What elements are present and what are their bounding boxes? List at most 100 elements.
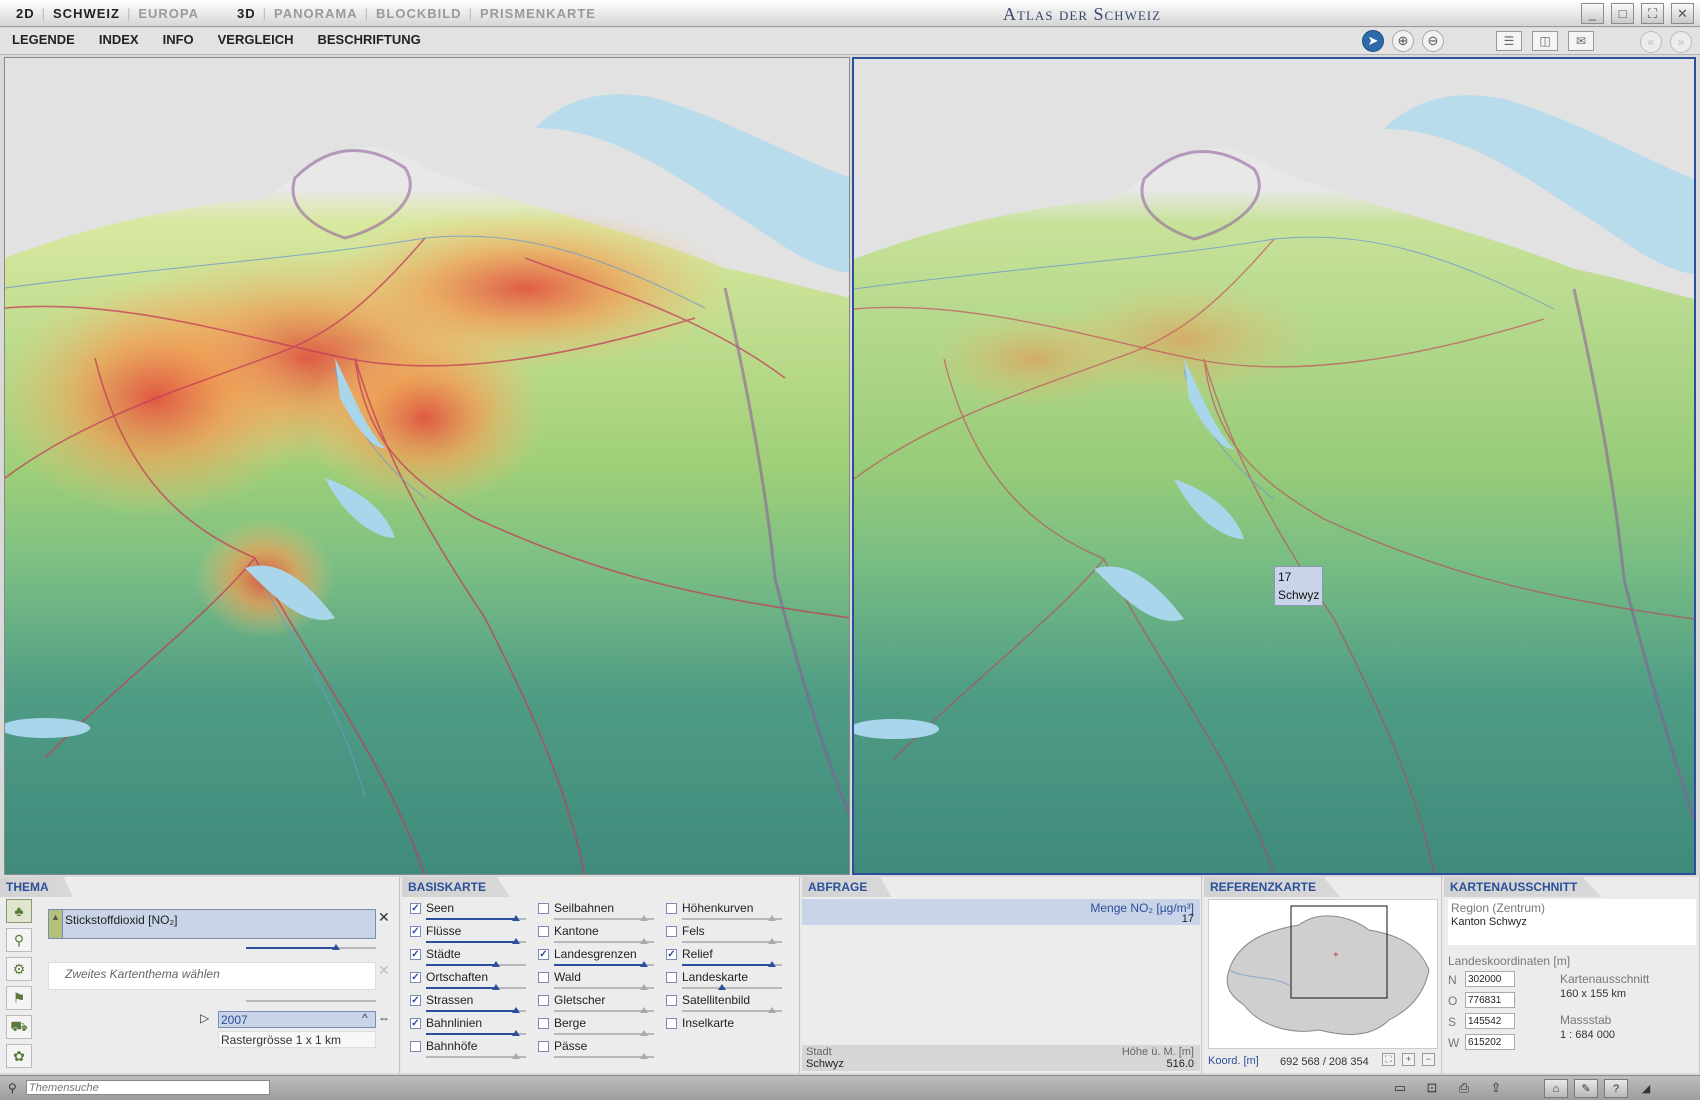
checkbox[interactable] xyxy=(538,926,549,937)
layer-gletscher[interactable]: Gletscher xyxy=(536,991,660,1014)
second-theme-field[interactable]: Zweites Kartenthema wählen xyxy=(48,962,376,990)
nature-icon[interactable]: ♣ xyxy=(6,899,32,923)
open-folder-icon[interactable]: ▭ xyxy=(1390,1079,1410,1097)
forward-icon[interactable]: » xyxy=(1670,31,1692,53)
layer-staedte[interactable]: ✓ Städte xyxy=(408,945,532,968)
layer-slider[interactable] xyxy=(554,1053,654,1059)
checkbox[interactable] xyxy=(538,1018,549,1029)
home-icon[interactable]: ⌂ xyxy=(1544,1079,1568,1098)
slider-knob[interactable] xyxy=(640,1053,648,1059)
slider-knob[interactable] xyxy=(512,1030,520,1036)
layer-landeskarte[interactable]: Landeskarte xyxy=(664,968,788,991)
layer-seilbahnen[interactable]: Seilbahnen xyxy=(536,899,660,922)
mode-prismenkarte[interactable]: PRISMENKARTE xyxy=(474,6,602,21)
layer-paesse[interactable]: Pässe xyxy=(536,1037,660,1060)
layer-relief[interactable]: ✓ Relief xyxy=(664,945,788,968)
ref-zoom-in-icon[interactable]: + xyxy=(1402,1053,1415,1066)
print-icon[interactable]: ⎙ xyxy=(1454,1079,1474,1097)
layer-slider[interactable] xyxy=(426,1053,526,1059)
layer-slider[interactable] xyxy=(682,984,782,990)
transport-icon[interactable]: ⛟ xyxy=(6,1015,32,1039)
layer-landesgrenzen[interactable]: ✓ Landesgrenzen xyxy=(536,945,660,968)
bookmark-icon[interactable]: ⊡ xyxy=(1422,1079,1442,1097)
slider-knob[interactable] xyxy=(512,1007,520,1013)
checkbox[interactable] xyxy=(666,972,677,983)
layer-slider[interactable] xyxy=(426,938,526,944)
layer-slider[interactable] xyxy=(554,915,654,921)
layer-slider[interactable] xyxy=(682,961,782,967)
second-theme-slider[interactable] xyxy=(246,1000,376,1002)
slider-knob[interactable] xyxy=(640,961,648,967)
layer-slider[interactable] xyxy=(554,1030,654,1036)
layer-fels[interactable]: Fels xyxy=(664,922,788,945)
menu-beschriftung[interactable]: BESCHRIFTUNG xyxy=(317,32,420,47)
checkbox[interactable]: ✓ xyxy=(410,903,421,914)
layer-bahnhoefe[interactable]: Bahnhöfe xyxy=(408,1037,532,1060)
mode-3d[interactable]: 3D xyxy=(231,6,262,21)
checkbox[interactable] xyxy=(666,1018,677,1029)
checkbox[interactable]: ✓ xyxy=(666,949,677,960)
checkbox[interactable]: ✓ xyxy=(410,926,421,937)
fit-extent-icon[interactable]: ⛶ xyxy=(1382,1053,1395,1066)
layer-slider[interactable] xyxy=(554,938,654,944)
checkbox[interactable] xyxy=(410,1041,421,1052)
checkbox[interactable] xyxy=(538,972,549,983)
coord-o-field[interactable]: 776831 xyxy=(1465,992,1515,1008)
play-icon[interactable]: ▷ xyxy=(200,1011,209,1025)
layer-berge[interactable]: Berge xyxy=(536,1014,660,1037)
year-compare-icon[interactable]: ⇔ xyxy=(378,1011,390,1025)
menu-info[interactable]: INFO xyxy=(163,32,194,47)
menu-legende[interactable]: LEGENDE xyxy=(12,32,75,47)
checkbox[interactable] xyxy=(666,995,677,1006)
slider-knob[interactable] xyxy=(512,938,520,944)
close-button[interactable]: ✕ xyxy=(1671,3,1694,24)
split-horizontal-icon[interactable]: ☰ xyxy=(1496,31,1522,51)
mode-schweiz[interactable]: SCHWEIZ xyxy=(47,6,126,21)
layer-slider[interactable] xyxy=(426,1030,526,1036)
slider-knob[interactable] xyxy=(492,961,500,967)
slider-knob[interactable] xyxy=(640,1030,648,1036)
checkbox[interactable]: ✓ xyxy=(410,995,421,1006)
checkbox[interactable] xyxy=(538,995,549,1006)
layer-slider[interactable] xyxy=(426,984,526,990)
slider-knob[interactable] xyxy=(640,984,648,990)
slider-knob[interactable] xyxy=(640,915,648,921)
layer-satellitenbild[interactable]: Satellitenbild xyxy=(664,991,788,1014)
checkbox[interactable] xyxy=(538,903,549,914)
economy-icon[interactable]: ⚙ xyxy=(6,957,32,981)
pointer-tool-icon[interactable]: ➤ xyxy=(1362,30,1384,52)
layer-slider[interactable] xyxy=(554,961,654,967)
minimize-button[interactable]: _ xyxy=(1581,3,1604,24)
export-icon[interactable]: ⇪ xyxy=(1486,1079,1506,1097)
checkbox[interactable]: ✓ xyxy=(410,1018,421,1029)
mode-blockbild[interactable]: BLOCKBILD xyxy=(370,6,468,21)
ref-zoom-out-icon[interactable]: − xyxy=(1422,1053,1435,1066)
coord-w-field[interactable]: 615202 xyxy=(1465,1034,1515,1050)
mode-2d[interactable]: 2D xyxy=(10,6,41,21)
remove-theme-icon[interactable]: ✕ xyxy=(378,909,390,926)
layer-kantone[interactable]: Kantone xyxy=(536,922,660,945)
slider-knob[interactable] xyxy=(640,938,648,944)
theme-handle-icon[interactable]: ▲ xyxy=(49,910,63,938)
society-icon[interactable]: ⚲ xyxy=(6,928,32,952)
map-right[interactable]: 17 Schwyz xyxy=(852,57,1696,875)
remove-second-theme-icon[interactable]: ✕ xyxy=(378,962,390,979)
zoom-in-icon[interactable]: ⊕ xyxy=(1392,30,1414,52)
checkbox[interactable] xyxy=(666,926,677,937)
menu-vergleich[interactable]: VERGLEICH xyxy=(218,32,294,47)
layer-hoehenkurven[interactable]: Höhenkurven xyxy=(664,899,788,922)
slider-knob[interactable] xyxy=(512,915,520,921)
checkbox[interactable] xyxy=(538,1041,549,1052)
slider-knob[interactable] xyxy=(718,984,726,990)
layer-slider[interactable] xyxy=(554,1007,654,1013)
layer-slider[interactable] xyxy=(682,915,782,921)
back-icon[interactable]: « xyxy=(1640,31,1662,53)
slider-knob[interactable] xyxy=(768,1007,776,1013)
menu-index[interactable]: INDEX xyxy=(99,32,139,47)
coord-n-field[interactable]: 302000 xyxy=(1465,971,1515,987)
year-field[interactable]: 2007 xyxy=(218,1011,376,1028)
layer-seen[interactable]: ✓ Seen xyxy=(408,899,532,922)
checkbox[interactable]: ✓ xyxy=(410,949,421,960)
layer-slider[interactable] xyxy=(682,938,782,944)
selected-theme[interactable]: ▲ Stickstoffdioxid [NO₂] xyxy=(48,909,376,939)
